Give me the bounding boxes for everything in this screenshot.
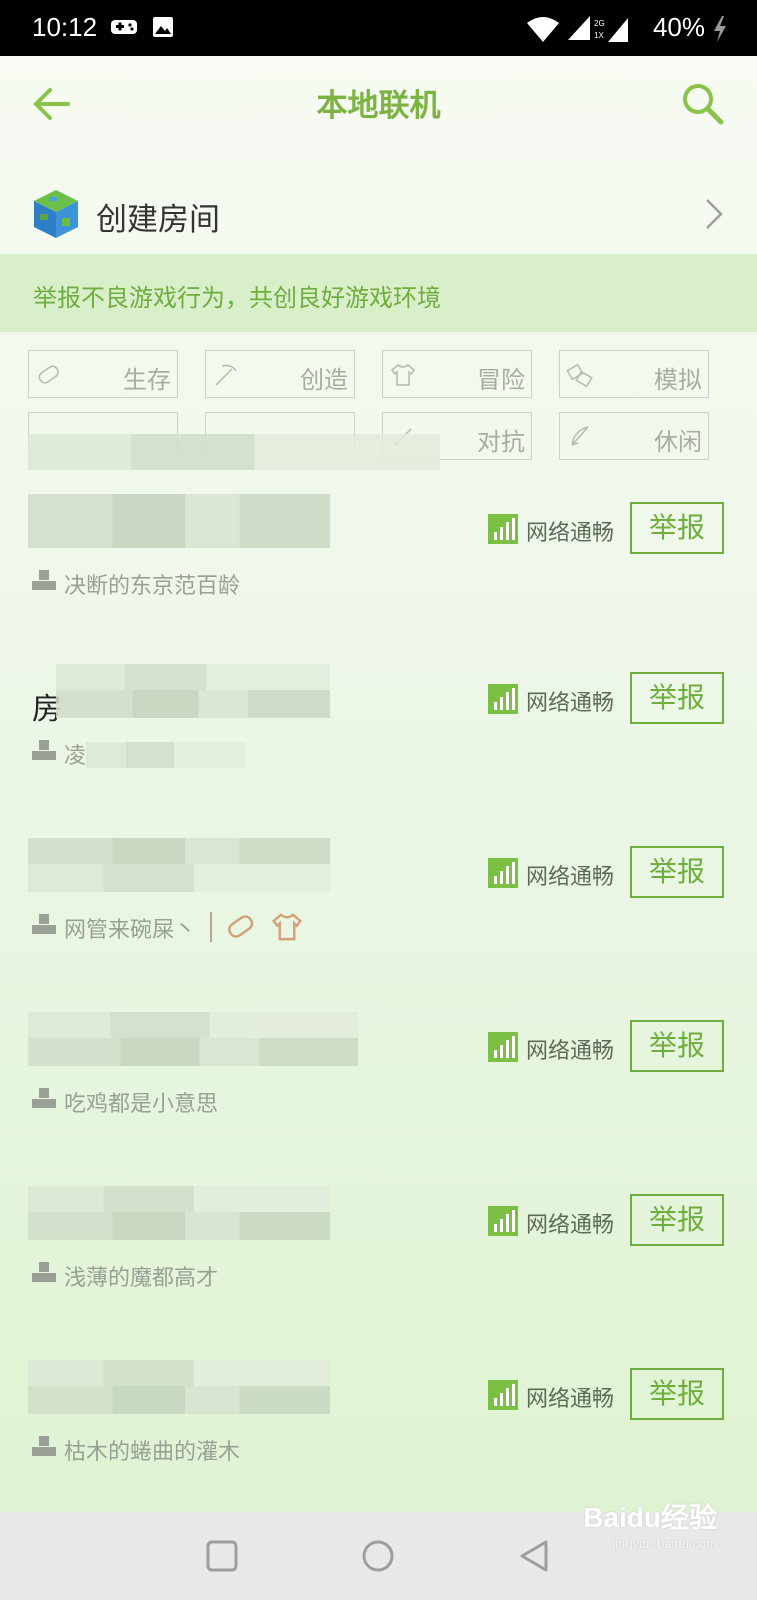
room-item[interactable]: 吃鸡都是小意思 网络通畅 举报 — [0, 1012, 757, 1182]
user-icon — [32, 1088, 56, 1108]
redacted-room-title — [28, 1038, 358, 1066]
status-time: 10:12 — [32, 12, 98, 42]
bow-icon — [571, 426, 589, 446]
redacted-overlay — [28, 434, 440, 470]
redacted-room-title — [28, 864, 330, 892]
redacted-owner — [86, 742, 246, 768]
search-icon[interactable] — [679, 80, 725, 126]
room-owner: 枯木的蜷曲的灌木 — [64, 1440, 241, 1465]
network-status: 网络通畅 — [526, 1387, 615, 1412]
network-status: 网络通畅 — [526, 521, 615, 546]
network-signal-icon — [488, 1032, 518, 1062]
world-cube-icon — [34, 190, 78, 238]
baidu-watermark: Baidu经验 jingyan.baidu.com — [583, 1502, 717, 1551]
room-item[interactable]: 房 凌 网络通畅 举报 — [0, 664, 757, 834]
tag-adventure[interactable]: 冒险 — [382, 350, 532, 398]
network-signal-icon — [488, 1206, 518, 1236]
user-icon — [32, 570, 56, 590]
room-item[interactable]: 网管来碗屎丶 网络通畅 举报 — [0, 838, 757, 1008]
redacted-room-title — [28, 520, 330, 548]
shirt-icon — [271, 913, 303, 941]
gamepad-icon — [111, 20, 137, 34]
app-screen: 本地联机 创建房间 举报不良游戏行为，共创良好游戏环境 生存 创造 冒险 模拟 … — [0, 56, 757, 1512]
shirt-icon — [390, 364, 416, 386]
user-icon — [32, 914, 56, 934]
report-button[interactable]: 举报 — [630, 502, 724, 554]
battery-percent: 40% — [652, 12, 705, 42]
top-bar: 本地联机 — [0, 56, 757, 148]
room-owner: 吃鸡都是小意思 — [64, 1092, 219, 1117]
redacted-room-title — [28, 1186, 330, 1212]
recents-square-icon[interactable] — [204, 1538, 240, 1574]
room-owner: 浅薄的魔都高才 — [64, 1266, 219, 1291]
room-owner: 决断的东京范百龄 — [64, 574, 241, 599]
signal-icon — [568, 16, 590, 40]
report-notice-banner: 举报不良游戏行为，共创良好游戏环境 — [0, 254, 757, 332]
create-room-row[interactable]: 创建房间 — [0, 166, 757, 262]
redacted-room-title — [56, 690, 330, 718]
bread-icon — [38, 365, 59, 384]
pickaxe-icon — [215, 364, 237, 386]
network-signal-icon — [488, 1380, 518, 1410]
tag-simulation[interactable]: 模拟 — [559, 350, 709, 398]
chevron-right-icon — [706, 199, 723, 229]
divider — [210, 912, 212, 942]
network-signal-icon — [488, 858, 518, 888]
back-triangle-icon[interactable] — [516, 1538, 552, 1574]
blocks-icon — [566, 363, 593, 388]
redacted-room-title — [28, 494, 330, 520]
redacted-room-title — [28, 1386, 330, 1414]
redacted-room-title — [28, 1012, 358, 1038]
svg-text:2G: 2G — [594, 19, 605, 28]
network-signal-icon — [488, 684, 518, 714]
charging-icon — [714, 16, 726, 42]
network-signal-icon — [488, 514, 518, 544]
create-room-label: 创建房间 — [96, 202, 220, 238]
network-status: 网络通畅 — [526, 1213, 615, 1238]
bread-icon — [228, 915, 254, 938]
tag-survival[interactable]: 生存 — [28, 350, 178, 398]
room-item[interactable]: 决断的东京范百龄 网络通畅 举报 — [0, 494, 757, 664]
network-status: 网络通畅 — [526, 691, 615, 716]
report-button[interactable]: 举报 — [630, 1194, 724, 1246]
user-icon — [32, 1262, 56, 1282]
report-button[interactable]: 举报 — [630, 1020, 724, 1072]
tag-casual[interactable]: 休闲 — [559, 412, 709, 460]
wifi-icon — [527, 17, 559, 42]
report-button[interactable]: 举报 — [630, 846, 724, 898]
report-button[interactable]: 举报 — [630, 672, 724, 724]
page-title: 本地联机 — [316, 88, 441, 124]
redacted-room-title — [28, 1212, 330, 1240]
tag-creative[interactable]: 创造 — [205, 350, 355, 398]
svg-text:1X: 1X — [594, 31, 604, 40]
user-icon — [32, 740, 56, 760]
home-circle-icon[interactable] — [360, 1538, 396, 1574]
room-item[interactable]: 浅薄的魔都高才 网络通畅 举报 — [0, 1186, 757, 1356]
redacted-room-title — [28, 838, 330, 864]
user-icon — [32, 1436, 56, 1456]
network-status: 网络通畅 — [526, 865, 615, 890]
redacted-room-title — [28, 1360, 330, 1386]
status-bar: 10:12 2G 1X 40% — [0, 0, 757, 56]
image-icon — [153, 17, 173, 37]
network-status: 网络通畅 — [526, 1039, 615, 1064]
signal-2g-icon: 2G 1X — [594, 18, 628, 42]
report-button[interactable]: 举报 — [630, 1368, 724, 1420]
room-owner: 凌 — [64, 744, 87, 769]
room-owner: 网管来碗屎丶 — [64, 918, 197, 943]
redacted-room-title — [56, 664, 330, 690]
